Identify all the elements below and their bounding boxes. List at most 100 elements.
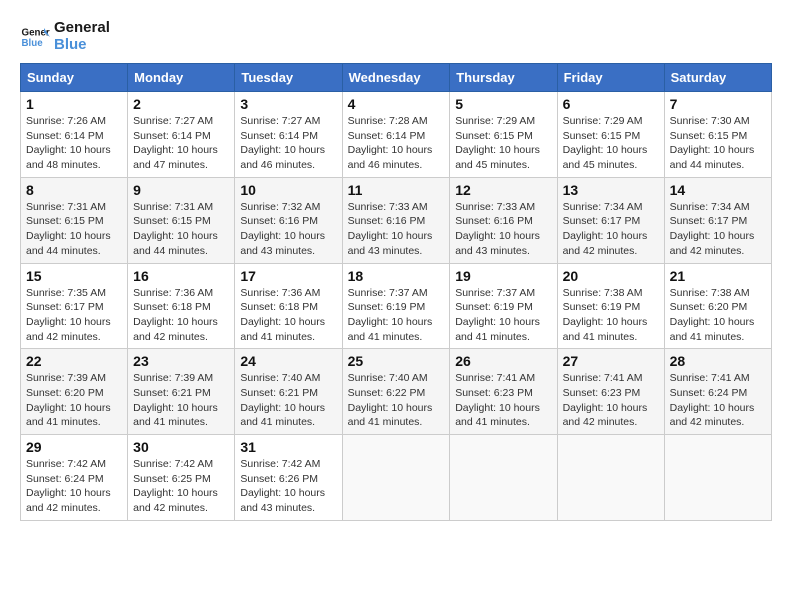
- calendar-cell: 18Sunrise: 7:37 AM Sunset: 6:19 PM Dayli…: [342, 263, 450, 349]
- day-info: Sunrise: 7:34 AM Sunset: 6:17 PM Dayligh…: [670, 200, 766, 259]
- col-header-saturday: Saturday: [664, 64, 771, 92]
- day-info: Sunrise: 7:30 AM Sunset: 6:15 PM Dayligh…: [670, 114, 766, 173]
- day-info: Sunrise: 7:39 AM Sunset: 6:21 PM Dayligh…: [133, 371, 229, 430]
- day-number: 31: [240, 439, 336, 455]
- calendar-cell: 17 Sunrise: 7:36 AM Sunset: 6:18 PM Dayli…: [235, 263, 342, 349]
- day-info: Sunrise: 7:26 AM Sunset: 6:14 PM Dayligh…: [26, 114, 122, 173]
- day-number: 25: [348, 353, 445, 369]
- day-info: Sunrise: 7:27 AM Sunset: 6:14 PM Dayligh…: [133, 114, 229, 173]
- calendar-cell: 8 Sunrise: 7:31 AM Sunset: 6:15 PM Daylig…: [21, 177, 128, 263]
- day-info: Sunrise: 7:41 AM Sunset: 6:23 PM Dayligh…: [455, 371, 551, 430]
- day-number: 22: [26, 353, 122, 369]
- day-number: 5: [455, 96, 551, 112]
- calendar-cell: 7 Sunrise: 7:30 AM Sunset: 6:15 PM Daylig…: [664, 92, 771, 178]
- col-header-friday: Friday: [557, 64, 664, 92]
- col-header-thursday: Thursday: [450, 64, 557, 92]
- calendar-cell: 22 Sunrise: 7:39 AM Sunset: 6:20 PM Dayli…: [21, 349, 128, 435]
- day-info: Sunrise: 7:29 AM Sunset: 6:15 PM Dayligh…: [563, 114, 659, 173]
- calendar-cell: 13Sunrise: 7:34 AM Sunset: 6:17 PM Dayli…: [557, 177, 664, 263]
- calendar-cell: 30Sunrise: 7:42 AM Sunset: 6:25 PM Dayli…: [128, 435, 235, 521]
- day-info: Sunrise: 7:37 AM Sunset: 6:19 PM Dayligh…: [455, 286, 551, 345]
- calendar-week-5: 29 Sunrise: 7:42 AM Sunset: 6:24 PM Dayli…: [21, 435, 772, 521]
- day-number: 8: [26, 182, 122, 198]
- day-info: Sunrise: 7:31 AM Sunset: 6:15 PM Dayligh…: [133, 200, 229, 259]
- day-info: Sunrise: 7:41 AM Sunset: 6:23 PM Dayligh…: [563, 371, 659, 430]
- calendar-cell: 26 Sunrise: 7:41 AM Sunset: 6:23 PM Dayli…: [450, 349, 557, 435]
- calendar-cell: [664, 435, 771, 521]
- day-number: 19: [455, 268, 551, 284]
- calendar-cell: 20 Sunrise: 7:38 AM Sunset: 6:19 PM Dayli…: [557, 263, 664, 349]
- col-header-tuesday: Tuesday: [235, 64, 342, 92]
- day-number: 14: [670, 182, 766, 198]
- day-number: 7: [670, 96, 766, 112]
- day-number: 10: [240, 182, 336, 198]
- calendar-cell: 4 Sunrise: 7:28 AM Sunset: 6:14 PM Daylig…: [342, 92, 450, 178]
- day-info: Sunrise: 7:36 AM Sunset: 6:18 PM Dayligh…: [133, 286, 229, 345]
- day-number: 13: [563, 182, 659, 198]
- calendar-cell: 21Sunrise: 7:38 AM Sunset: 6:20 PM Dayli…: [664, 263, 771, 349]
- col-header-sunday: Sunday: [21, 64, 128, 92]
- day-number: 9: [133, 182, 229, 198]
- svg-text:Blue: Blue: [22, 38, 44, 49]
- calendar-week-4: 22 Sunrise: 7:39 AM Sunset: 6:20 PM Dayli…: [21, 349, 772, 435]
- calendar-cell: 29 Sunrise: 7:42 AM Sunset: 6:24 PM Dayli…: [21, 435, 128, 521]
- day-info: Sunrise: 7:28 AM Sunset: 6:14 PM Dayligh…: [348, 114, 445, 173]
- day-number: 26: [455, 353, 551, 369]
- day-number: 12: [455, 182, 551, 198]
- day-info: Sunrise: 7:36 AM Sunset: 6:18 PM Dayligh…: [240, 286, 336, 345]
- day-info: Sunrise: 7:33 AM Sunset: 6:16 PM Dayligh…: [348, 200, 445, 259]
- calendar-cell: [557, 435, 664, 521]
- day-number: 11: [348, 182, 445, 198]
- calendar-header-row: SundayMondayTuesdayWednesdayThursdayFrid…: [21, 64, 772, 92]
- day-info: Sunrise: 7:42 AM Sunset: 6:24 PM Dayligh…: [26, 457, 122, 516]
- calendar-week-1: 1Sunrise: 7:26 AM Sunset: 6:14 PM Daylig…: [21, 92, 772, 178]
- col-header-wednesday: Wednesday: [342, 64, 450, 92]
- day-info: Sunrise: 7:31 AM Sunset: 6:15 PM Dayligh…: [26, 200, 122, 259]
- calendar-cell: 12 Sunrise: 7:33 AM Sunset: 6:16 PM Dayli…: [450, 177, 557, 263]
- calendar-cell: 16Sunrise: 7:36 AM Sunset: 6:18 PM Dayli…: [128, 263, 235, 349]
- day-number: 30: [133, 439, 229, 455]
- calendar-week-2: 8 Sunrise: 7:31 AM Sunset: 6:15 PM Daylig…: [21, 177, 772, 263]
- day-number: 15: [26, 268, 122, 284]
- calendar-week-3: 15 Sunrise: 7:35 AM Sunset: 6:17 PM Dayli…: [21, 263, 772, 349]
- day-info: Sunrise: 7:40 AM Sunset: 6:21 PM Dayligh…: [240, 371, 336, 430]
- day-info: Sunrise: 7:39 AM Sunset: 6:20 PM Dayligh…: [26, 371, 122, 430]
- col-header-monday: Monday: [128, 64, 235, 92]
- logo-general: General: [54, 20, 110, 37]
- calendar-cell: 14 Sunrise: 7:34 AM Sunset: 6:17 PM Dayli…: [664, 177, 771, 263]
- calendar-cell: 2Sunrise: 7:27 AM Sunset: 6:14 PM Daylig…: [128, 92, 235, 178]
- day-number: 17: [240, 268, 336, 284]
- day-number: 27: [563, 353, 659, 369]
- day-number: 18: [348, 268, 445, 284]
- day-info: Sunrise: 7:38 AM Sunset: 6:19 PM Dayligh…: [563, 286, 659, 345]
- day-number: 6: [563, 96, 659, 112]
- page-header: General Blue General Blue: [20, 20, 772, 53]
- calendar-cell: 15 Sunrise: 7:35 AM Sunset: 6:17 PM Dayli…: [21, 263, 128, 349]
- calendar-cell: [342, 435, 450, 521]
- calendar-cell: 3Sunrise: 7:27 AM Sunset: 6:14 PM Daylig…: [235, 92, 342, 178]
- day-info: Sunrise: 7:41 AM Sunset: 6:24 PM Dayligh…: [670, 371, 766, 430]
- day-info: Sunrise: 7:29 AM Sunset: 6:15 PM Dayligh…: [455, 114, 551, 173]
- calendar-table: SundayMondayTuesdayWednesdayThursdayFrid…: [20, 63, 772, 521]
- day-number: 28: [670, 353, 766, 369]
- day-info: Sunrise: 7:33 AM Sunset: 6:16 PM Dayligh…: [455, 200, 551, 259]
- day-info: Sunrise: 7:35 AM Sunset: 6:17 PM Dayligh…: [26, 286, 122, 345]
- day-info: Sunrise: 7:32 AM Sunset: 6:16 PM Dayligh…: [240, 200, 336, 259]
- day-info: Sunrise: 7:42 AM Sunset: 6:26 PM Dayligh…: [240, 457, 336, 516]
- calendar-cell: 9 Sunrise: 7:31 AM Sunset: 6:15 PM Daylig…: [128, 177, 235, 263]
- day-number: 4: [348, 96, 445, 112]
- calendar-cell: 24Sunrise: 7:40 AM Sunset: 6:21 PM Dayli…: [235, 349, 342, 435]
- calendar-cell: 10 Sunrise: 7:32 AM Sunset: 6:16 PM Dayli…: [235, 177, 342, 263]
- logo-blue: Blue: [54, 37, 110, 54]
- day-info: Sunrise: 7:38 AM Sunset: 6:20 PM Dayligh…: [670, 286, 766, 345]
- logo-icon: General Blue: [20, 22, 50, 52]
- day-info: Sunrise: 7:40 AM Sunset: 6:22 PM Dayligh…: [348, 371, 445, 430]
- calendar-cell: 6 Sunrise: 7:29 AM Sunset: 6:15 PM Daylig…: [557, 92, 664, 178]
- day-number: 23: [133, 353, 229, 369]
- calendar-cell: [450, 435, 557, 521]
- calendar-cell: 28 Sunrise: 7:41 AM Sunset: 6:24 PM Dayli…: [664, 349, 771, 435]
- day-number: 29: [26, 439, 122, 455]
- day-number: 20: [563, 268, 659, 284]
- calendar-cell: 11 Sunrise: 7:33 AM Sunset: 6:16 PM Dayli…: [342, 177, 450, 263]
- calendar-cell: 19 Sunrise: 7:37 AM Sunset: 6:19 PM Dayli…: [450, 263, 557, 349]
